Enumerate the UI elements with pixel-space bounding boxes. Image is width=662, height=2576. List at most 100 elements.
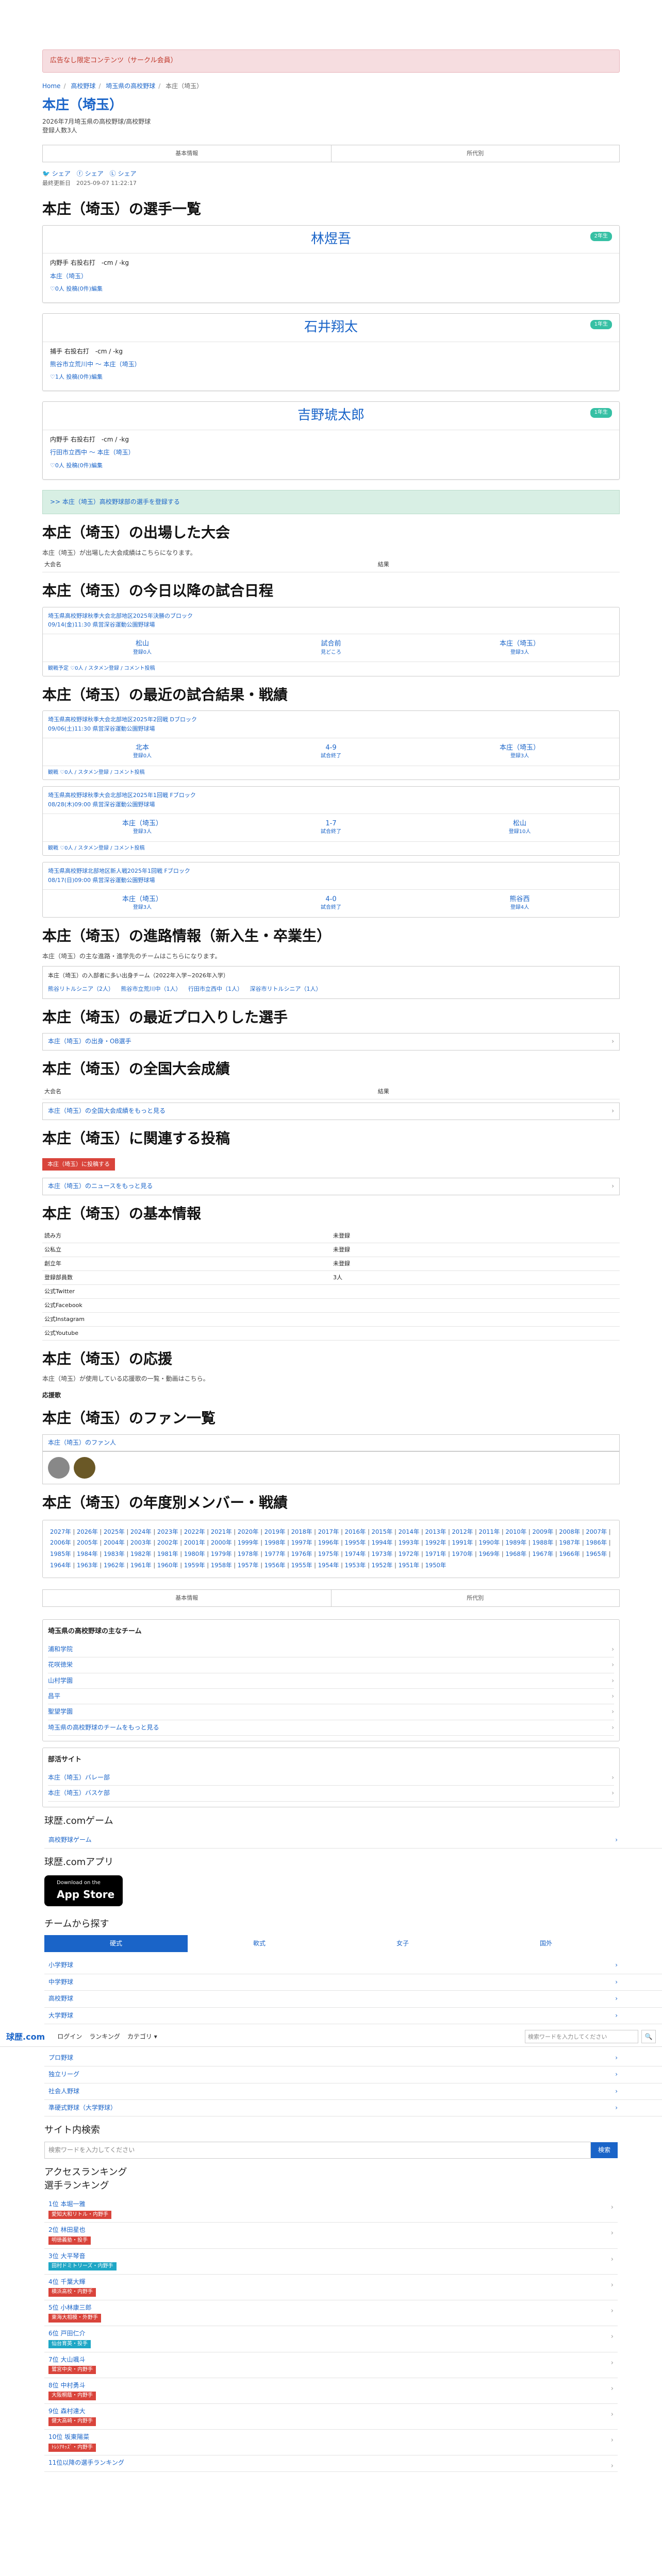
ranking-item[interactable]: 2位 林田星也 明徳義塾・投手 › bbox=[44, 2223, 618, 2249]
fans-link[interactable]: 本庄（埼玉）のファン人 bbox=[42, 1434, 620, 1452]
game-score-link[interactable]: 1-7 bbox=[325, 820, 336, 827]
year-link[interactable]: 1969年 bbox=[479, 1550, 500, 1557]
year-link[interactable]: 2004年 bbox=[104, 1539, 125, 1546]
share-twitter-button[interactable]: 🐦 シェア bbox=[42, 170, 71, 178]
category-item[interactable]: 小学野球 › bbox=[44, 1957, 662, 1974]
year-link[interactable]: 2010年 bbox=[505, 1528, 526, 1535]
site-search-button[interactable]: 検索 bbox=[590, 2142, 618, 2158]
year-link[interactable]: 1995年 bbox=[345, 1539, 366, 1546]
origin-team-link[interactable]: 行田市立西中（1人） bbox=[188, 986, 243, 992]
player-name-link[interactable]: 石井翔太 bbox=[304, 318, 358, 337]
share-facebook-button[interactable]: ⓕ シェア bbox=[77, 170, 104, 178]
year-link[interactable]: 1960年 bbox=[157, 1562, 178, 1569]
home-team-link[interactable]: 北本 bbox=[136, 744, 149, 752]
year-link[interactable]: 1984年 bbox=[77, 1550, 98, 1557]
year-link[interactable]: 2013年 bbox=[425, 1528, 446, 1535]
year-link[interactable]: 2002年 bbox=[157, 1539, 178, 1546]
year-link[interactable]: 1953年 bbox=[345, 1562, 366, 1569]
origin-team-link[interactable]: 熊谷リトルシニア（2人） bbox=[48, 986, 114, 992]
game-score-link[interactable]: 4-0 bbox=[325, 895, 336, 903]
nav-category[interactable]: カテゴリ ▾ bbox=[127, 2032, 157, 2041]
tab-basic-info[interactable]: 基本情報 bbox=[43, 145, 332, 162]
breadcrumb-home[interactable]: Home bbox=[42, 82, 60, 90]
game-link[interactable]: 高校野球ゲーム › bbox=[44, 1832, 662, 1849]
avatar[interactable] bbox=[74, 1457, 95, 1479]
game-date-venue[interactable]: 09/14(金)11:30 県営深谷運動公園野球場 bbox=[48, 620, 614, 630]
year-link[interactable]: 1992年 bbox=[425, 1539, 446, 1546]
game-title-link[interactable]: 埼玉県高校野球秋季大会北部地区2025年1回戦 Fブロック bbox=[48, 791, 614, 800]
game-title-link[interactable]: 埼玉県高校野球秋季大会北部地区2025年2回戦 Dブロック bbox=[48, 715, 614, 724]
post-button[interactable]: 本庄（埼玉）に投稿する bbox=[42, 1158, 115, 1171]
year-link[interactable]: 1991年 bbox=[452, 1539, 473, 1546]
site-search-input[interactable]: 検索ワードを入力してください bbox=[44, 2141, 591, 2159]
year-link[interactable]: 1994年 bbox=[372, 1539, 393, 1546]
game-score-link[interactable]: 4-9 bbox=[325, 744, 336, 752]
year-link[interactable]: 2007年 bbox=[586, 1528, 607, 1535]
share-line-button[interactable]: Ⓛ シェア bbox=[110, 170, 137, 178]
pro-players-link[interactable]: 本庄（埼玉）の出身・OB選手 › bbox=[42, 1033, 620, 1050]
year-link[interactable]: 1987年 bbox=[559, 1539, 580, 1546]
year-link[interactable]: 2023年 bbox=[157, 1528, 178, 1535]
ranking-item[interactable]: 8位 中村勇斗 大阪桐蔭・内野手 › bbox=[44, 2378, 618, 2404]
game-actions[interactable]: 観戦 ♡0人 / スタメン登録 / コメント投稿 bbox=[43, 841, 619, 856]
year-link[interactable]: 1989年 bbox=[505, 1539, 526, 1546]
team-list-item[interactable]: 昌平 › bbox=[48, 1689, 614, 1705]
team-list-item[interactable]: 山村学園 › bbox=[48, 1673, 614, 1689]
year-link[interactable]: 2019年 bbox=[264, 1528, 286, 1535]
year-link[interactable]: 1980年 bbox=[184, 1550, 205, 1557]
game-status-link[interactable]: 試合前 bbox=[321, 640, 341, 648]
team-list-item[interactable]: 花咲徳栄 › bbox=[48, 1657, 614, 1673]
year-link[interactable]: 1983年 bbox=[104, 1550, 125, 1557]
ranking-item[interactable]: 5位 小林康三郎 東海大相模・外野手 › bbox=[44, 2300, 618, 2327]
tab-by-generation[interactable]: 所代別 bbox=[332, 1590, 620, 1606]
player-name-link[interactable]: 林煜吾 bbox=[311, 230, 351, 249]
year-link[interactable]: 1955年 bbox=[291, 1562, 312, 1569]
year-link[interactable]: 1978年 bbox=[238, 1550, 259, 1557]
game-title-link[interactable]: 埼玉県高校野球秋季大会北部地区2025年決勝のブロック bbox=[48, 612, 614, 621]
year-link[interactable]: 2017年 bbox=[318, 1528, 339, 1535]
player-name-link[interactable]: 吉野琥太郎 bbox=[297, 406, 365, 426]
year-link[interactable]: 1961年 bbox=[130, 1562, 152, 1569]
year-link[interactable]: 1975年 bbox=[318, 1550, 339, 1557]
year-link[interactable]: 1986年 bbox=[586, 1539, 607, 1546]
avatar[interactable] bbox=[48, 1457, 70, 1479]
ranking-item[interactable]: 10位 坂東陽菜 ﾄﾚｼｱｷｯｽﾞ・内野手 › bbox=[44, 2430, 618, 2456]
year-link[interactable]: 2025年 bbox=[104, 1528, 125, 1535]
category-item[interactable]: 準硬式野球（大学野球） › bbox=[44, 2100, 662, 2117]
team-list-item[interactable]: 聖望学園 › bbox=[48, 1704, 614, 1720]
year-link[interactable]: 1974年 bbox=[345, 1550, 366, 1557]
category-item[interactable]: 高校野球 › bbox=[44, 1991, 662, 2008]
year-link[interactable]: 1988年 bbox=[532, 1539, 553, 1546]
team-list-item[interactable]: 埼玉県の高校野球のチームをもっと見る › bbox=[48, 1720, 614, 1736]
game-actions[interactable]: 観戦予定 ♡0人 / スタメン登録 / コメント投稿 bbox=[43, 662, 619, 676]
year-link[interactable]: 1962年 bbox=[104, 1562, 125, 1569]
segment-overseas[interactable]: 国外 bbox=[474, 1935, 618, 1952]
year-link[interactable]: 2003年 bbox=[130, 1539, 152, 1546]
nav-ranking[interactable]: ランキング bbox=[89, 2032, 120, 2041]
site-logo[interactable]: 球歴.com bbox=[6, 2031, 45, 2043]
year-link[interactable]: 1982年 bbox=[130, 1550, 152, 1557]
game-date-venue[interactable]: 08/17(日)09:00 県営深谷運動公園野球場 bbox=[48, 876, 614, 885]
game-actions[interactable]: 観戦 ♡0人 / スタメン登録 / コメント投稿 bbox=[43, 765, 619, 780]
category-item[interactable]: 社会人野球 › bbox=[44, 2083, 662, 2100]
navbar-search-input[interactable]: 検索ワードを入力してください bbox=[525, 2030, 638, 2044]
year-link[interactable]: 1976年 bbox=[291, 1550, 312, 1557]
segment-soft[interactable]: 軟式 bbox=[188, 1935, 331, 1952]
away-team-link[interactable]: 本庄（埼玉） bbox=[500, 640, 540, 648]
year-link[interactable]: 1981年 bbox=[157, 1550, 178, 1557]
ranking-item[interactable]: 7位 大山颯斗 鷺宮中央・内野手 › bbox=[44, 2352, 618, 2378]
year-link[interactable]: 2027年 bbox=[50, 1528, 71, 1535]
year-link[interactable]: 1999年 bbox=[238, 1539, 259, 1546]
segment-women[interactable]: 女子 bbox=[331, 1935, 474, 1952]
game-title-link[interactable]: 埼玉県高校野球北部地区新人戦2025年1回戦 Fブロック bbox=[48, 867, 614, 876]
year-link[interactable]: 1996年 bbox=[318, 1539, 339, 1546]
year-link[interactable]: 2015年 bbox=[372, 1528, 393, 1535]
year-link[interactable]: 1957年 bbox=[238, 1562, 259, 1569]
year-link[interactable]: 2012年 bbox=[452, 1528, 473, 1535]
category-item[interactable]: プロ野球 › bbox=[44, 2050, 662, 2067]
search-icon[interactable]: 🔍 bbox=[641, 2030, 656, 2044]
year-link[interactable]: 2005年 bbox=[77, 1539, 98, 1546]
category-item[interactable]: 中学野球 › bbox=[44, 1974, 662, 1991]
game-highlight-link[interactable]: 見どころ bbox=[237, 649, 425, 657]
ranking-item[interactable]: 1位 本堀一雅 愛知大和リトル・内野手 › bbox=[44, 2197, 618, 2223]
